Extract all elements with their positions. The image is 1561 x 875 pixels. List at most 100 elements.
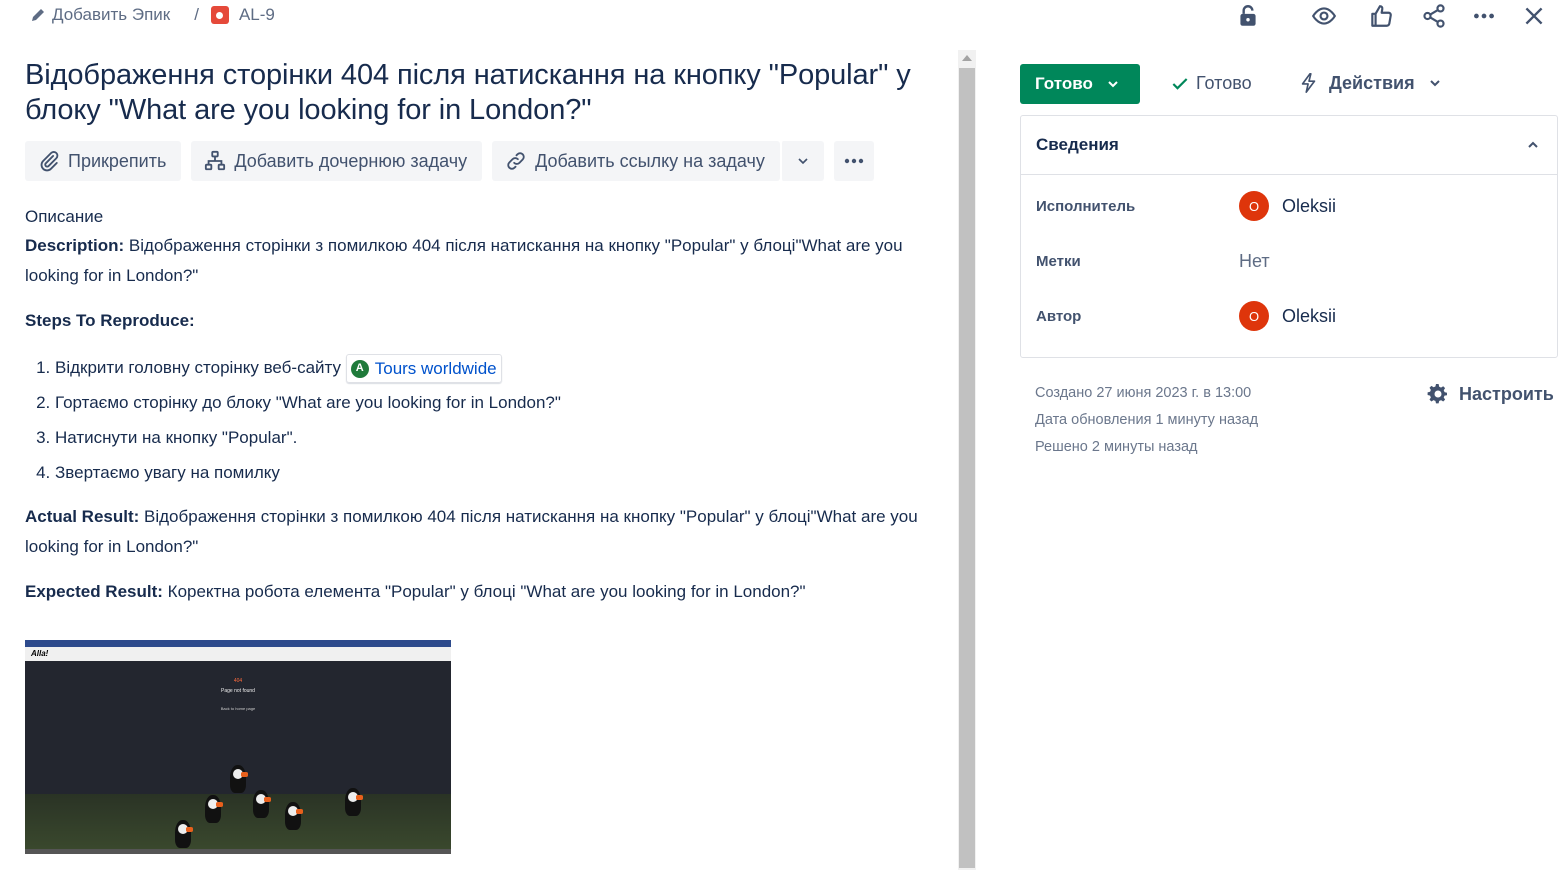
- share-icon[interactable]: [1420, 2, 1448, 30]
- add-child-issue-button[interactable]: Добавить дочернюю задачу: [191, 141, 483, 181]
- thumb-puffin: [230, 765, 248, 793]
- steps-list: Відкрити головну сторінку веб-сайту A To…: [25, 350, 925, 490]
- configure-button[interactable]: Настроить: [1426, 382, 1554, 406]
- tours-worldwide-smart-link[interactable]: A Tours worldwide: [345, 354, 502, 384]
- chevron-down-icon: [798, 158, 808, 165]
- actual-result-paragraph: Actual Result: Відображення сторінки з п…: [25, 502, 925, 562]
- add-epic-label: Добавить Эпик: [52, 5, 171, 24]
- labels-value[interactable]: Нет: [1239, 246, 1270, 276]
- link-icon: [507, 152, 525, 170]
- pencil-icon: [32, 9, 44, 21]
- step-item: Гортаємо сторінку до блоку "What are you…: [55, 385, 925, 420]
- description-paragraph: Description: Відображення сторінки з пом…: [25, 231, 925, 291]
- description-label: Description:: [25, 236, 125, 255]
- details-title: Сведения: [1036, 135, 1119, 154]
- expected-result-paragraph: Expected Result: Коректна робота елемент…: [25, 577, 925, 607]
- thumb-puffin: [205, 795, 223, 823]
- chevron-down-icon: [1429, 80, 1440, 87]
- resolution-label: Готово: [1196, 73, 1252, 93]
- lightning-bolt-icon: [1301, 73, 1316, 93]
- assignee-field: Исполнитель O Oleksii: [1036, 191, 1536, 221]
- description-heading: Описание: [25, 207, 104, 226]
- expected-result-text: Коректна робота елемента "Popular" у бло…: [162, 582, 806, 601]
- actual-result-text: Відображення сторінки з помилкою 404 піс…: [25, 507, 918, 556]
- description-text: Відображення сторінки з помилкою 404 піс…: [25, 236, 903, 285]
- configure-label: Настроить: [1459, 383, 1554, 404]
- close-icon[interactable]: [1520, 2, 1548, 30]
- status-label: Готово: [1035, 74, 1093, 93]
- issue-main-panel: Відображення сторінки 404 після натискан…: [25, 58, 925, 607]
- thumb-back-link: Back to home page: [220, 706, 256, 711]
- actions-label: Действия: [1329, 72, 1415, 93]
- assignee-value[interactable]: O Oleksii: [1239, 191, 1336, 221]
- reporter-name: Oleksii: [1282, 305, 1337, 326]
- add-epic-link[interactable]: Добавить Эпик: [30, 5, 170, 25]
- issue-key-link[interactable]: AL-9: [239, 5, 275, 25]
- steps-heading: Steps To Reproduce:: [25, 311, 195, 330]
- lock-icon[interactable]: [1234, 2, 1262, 30]
- created-date: Создано 27 июня 2023 г. в 13:00: [1035, 385, 1252, 401]
- thumb-puffin: [253, 790, 271, 818]
- description-body[interactable]: Description: Відображення сторінки з пом…: [25, 231, 925, 607]
- avatar: O: [1239, 191, 1269, 221]
- thumb-site-header: [25, 647, 451, 661]
- expected-result-label: Expected Result:: [25, 582, 163, 601]
- status-transition-button[interactable]: Готово: [1020, 64, 1140, 104]
- hierarchy-icon: [205, 150, 226, 171]
- assignee-label: Исполнитель: [1036, 197, 1136, 215]
- chevron-up-icon: [1528, 141, 1538, 148]
- details-panel: Сведения Исполнитель O Oleksii Метки Нет…: [1020, 115, 1558, 358]
- attach-button[interactable]: Прикрепить: [25, 141, 182, 181]
- breadcrumb-separator: /: [194, 5, 199, 24]
- screenshot-attachment-thumbnail[interactable]: Alla! 404 Page not found Back to home pa…: [25, 640, 451, 854]
- more-icon[interactable]: [1470, 2, 1498, 30]
- thumb-not-found-message: Page not found: [221, 688, 255, 694]
- vote-thumbs-up-icon[interactable]: [1367, 2, 1395, 30]
- reporter-value[interactable]: O Oleksii: [1239, 301, 1336, 331]
- actual-result-label: Actual Result:: [25, 507, 140, 526]
- step-text: Відкрити головну сторінку веб-сайту: [55, 358, 341, 377]
- assignee-name: Oleksii: [1282, 195, 1337, 216]
- thumb-puffin: [175, 820, 193, 848]
- add-link-dropdown-button[interactable]: [779, 141, 824, 181]
- site-favicon-icon: A: [350, 359, 369, 378]
- smart-link-label: Tours worldwide: [374, 359, 497, 379]
- main-scrollbar-thumb[interactable]: [959, 68, 975, 868]
- step-item: Відкрити головну сторінку веб-сайту A To…: [55, 350, 925, 385]
- reporter-label: Автор: [1036, 307, 1082, 325]
- thumb-site-logo: Alla!: [31, 649, 49, 658]
- more-icon: [844, 158, 864, 164]
- more-actions-button[interactable]: [833, 141, 874, 181]
- issue-toolbar: Прикрепить Добавить дочернюю задачу Доба…: [25, 141, 925, 181]
- steps-heading-paragraph: Steps To Reproduce:: [25, 306, 925, 336]
- step-item: Звертаємо увагу на помилку: [55, 455, 925, 490]
- resolution-indicator: Готово: [1170, 73, 1252, 94]
- thumb-browser-tabbar: [25, 640, 451, 647]
- thumb-puffin: [285, 802, 303, 830]
- labels-label: Метки: [1036, 252, 1081, 270]
- scroll-up-arrow-icon[interactable]: [962, 55, 972, 61]
- actions-dropdown-button[interactable]: Действия: [1298, 72, 1443, 94]
- gear-icon: [1427, 384, 1447, 404]
- checkmark-icon: [1172, 77, 1188, 90]
- add-child-issue-label: Добавить дочернюю задачу: [234, 150, 468, 171]
- chevron-down-icon: [1108, 81, 1118, 88]
- issue-title[interactable]: Відображення сторінки 404 після натискан…: [25, 58, 925, 128]
- avatar: O: [1239, 301, 1269, 331]
- paperclip-icon: [40, 151, 59, 172]
- reporter-field: Автор O Oleksii: [1036, 301, 1536, 331]
- thumb-scrollbar: [25, 849, 451, 854]
- add-issue-link-button[interactable]: Добавить ссылку на задачу: [492, 141, 780, 181]
- thumb-404-code: 404: [233, 678, 243, 684]
- bug-issue-type-icon[interactable]: [210, 6, 229, 24]
- step-item: Натиснути на кнопку "Popular".: [55, 420, 925, 455]
- watch-eye-icon[interactable]: [1310, 2, 1338, 30]
- add-issue-link-label: Добавить ссылку на задачу: [535, 150, 765, 171]
- attach-label: Прикрепить: [68, 150, 167, 171]
- resolved-date: Решено 2 минуты назад: [1035, 439, 1198, 455]
- breadcrumb: Добавить Эпик / AL-9: [30, 4, 275, 26]
- thumb-grass-ground: [25, 794, 451, 854]
- details-header[interactable]: Сведения: [1021, 116, 1557, 175]
- thumb-puffin: [345, 788, 363, 816]
- updated-date: Дата обновления 1 минуту назад: [1035, 412, 1259, 428]
